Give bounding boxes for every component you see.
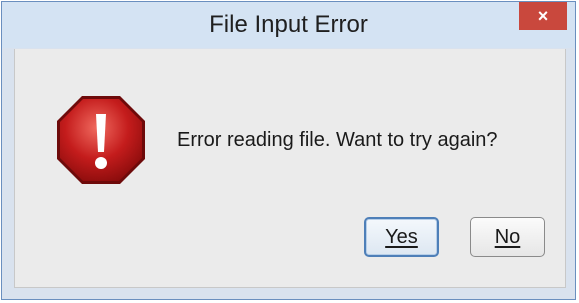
close-icon: × <box>537 6 549 26</box>
dialog-title: File Input Error <box>209 11 368 38</box>
error-message: Error reading file. Want to try again? <box>177 129 498 151</box>
title-bar[interactable]: File Input Error × <box>2 2 575 48</box>
no-button[interactable]: No <box>470 217 545 257</box>
close-button[interactable]: × <box>519 2 567 30</box>
yes-button[interactable]: Yes <box>364 217 439 257</box>
dialog-window: File Input Error × Error reading file. W… <box>1 1 576 300</box>
no-button-label: No <box>494 225 521 248</box>
dialog-content: Error reading file. Want to try again? Y… <box>14 49 566 288</box>
error-icon <box>57 96 145 184</box>
yes-button-label: Yes <box>385 225 418 248</box>
